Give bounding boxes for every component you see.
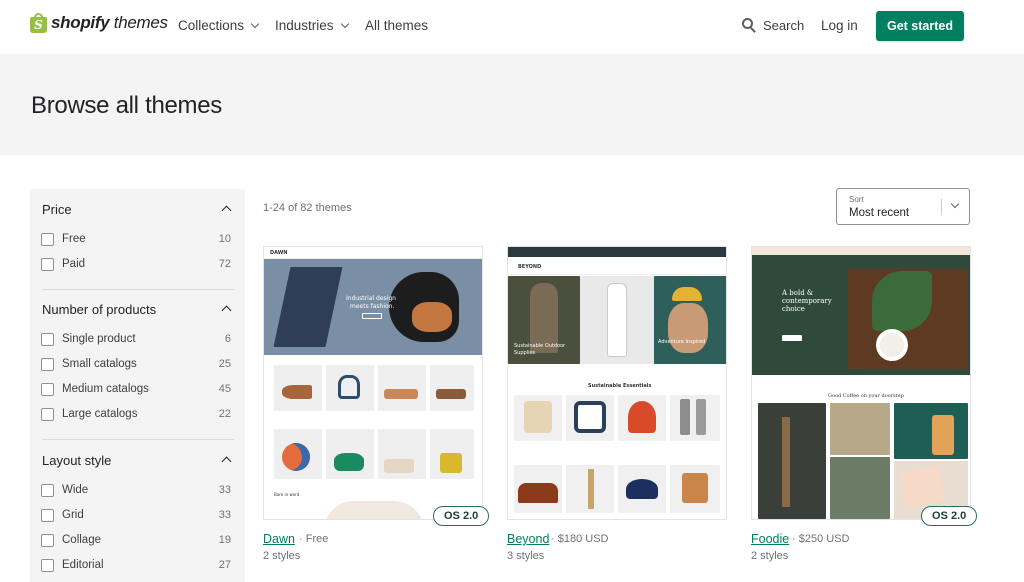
preview-logo: DAWN [270, 250, 288, 256]
filter-option-grid[interactable]: Grid 33 [41, 507, 231, 523]
chevron-down-icon [250, 19, 260, 28]
filter-option-collage[interactable]: Collage 19 [41, 532, 231, 548]
login-link[interactable]: Log in [821, 18, 858, 33]
theme-price-foodie: · $250 USD [792, 533, 850, 545]
checkbox[interactable] [41, 232, 54, 246]
sort-label: Sort [849, 195, 864, 204]
checkbox[interactable] [41, 533, 54, 547]
checkbox[interactable] [41, 558, 54, 572]
results-count: 1-24 of 82 themes [263, 202, 352, 214]
search-icon [742, 18, 757, 33]
preview-headline-2: meets fashion. [350, 303, 395, 310]
theme-card-dawn[interactable]: DAWN Industrial design meets fashion. Ba… [263, 246, 483, 520]
theme-name-beyond[interactable]: Beyond [507, 532, 549, 546]
sort-select[interactable]: Sort Most recent [836, 188, 970, 225]
theme-preview-beyond[interactable]: BEYOND Sustainable Outdoor Supplies Adve… [507, 246, 727, 520]
filter-sidebar: Price Free 10 Paid 72 Number of products… [30, 189, 245, 582]
nav-industries[interactable]: Industries [275, 18, 349, 33]
shopify-themes-logo[interactable]: S shopify themes [30, 13, 168, 33]
chevron-up-icon[interactable] [221, 205, 232, 216]
theme-price-beyond: · $180 USD [551, 533, 609, 545]
divider [42, 289, 234, 290]
theme-card-beyond[interactable]: BEYOND Sustainable Outdoor Supplies Adve… [507, 246, 727, 520]
preview-headline-2: contemporary [782, 297, 832, 305]
theme-card-foodie[interactable]: A bold & contemporary choice Good Coffee… [751, 246, 971, 520]
page-title: Browse all themes [31, 92, 222, 119]
preview-headline-1: Industrial design [346, 295, 396, 302]
divider [42, 439, 234, 440]
nav-all-themes[interactable]: All themes [365, 18, 428, 33]
theme-styles-dawn: 2 styles [263, 550, 301, 562]
theme-preview-foodie[interactable]: A bold & contemporary choice Good Coffee… [751, 246, 971, 520]
nav-collections[interactable]: Collections [178, 18, 260, 33]
chevron-down-icon [950, 199, 960, 209]
theme-preview-dawn[interactable]: DAWN Industrial design meets fashion. Ba… [263, 246, 483, 520]
os2-badge: OS 2.0 [921, 506, 978, 526]
preview-section: Sustainable Essentials [588, 383, 652, 389]
preview-headline-3: choice [782, 305, 805, 313]
filter-layout-title[interactable]: Layout style [42, 453, 111, 468]
filter-option-editorial[interactable]: Editorial 27 [41, 557, 231, 573]
theme-name-foodie[interactable]: Foodie [751, 532, 789, 546]
chevron-down-icon [340, 19, 349, 28]
top-navigation: S shopify themes Collections Industries … [0, 0, 1024, 54]
shopify-bag-icon: S [30, 13, 47, 33]
logo-suffix: themes [113, 13, 168, 32]
chevron-up-icon[interactable] [221, 305, 232, 316]
theme-styles-foodie: 2 styles [751, 550, 789, 562]
filter-option-free[interactable]: Free 10 [41, 231, 231, 247]
filter-option-small-catalogs[interactable]: Small catalogs 25 [41, 356, 231, 372]
preview-section: Bare in word [274, 492, 300, 497]
search-button[interactable]: Search [742, 18, 804, 33]
filter-option-large-catalogs[interactable]: Large catalogs 22 [41, 406, 231, 422]
preview-section: Good Coffee on your doorstep [828, 393, 904, 399]
theme-name-dawn[interactable]: Dawn [263, 532, 295, 546]
checkbox[interactable] [41, 257, 54, 271]
sort-value: Most recent [849, 207, 910, 219]
filter-option-wide[interactable]: Wide 33 [41, 482, 231, 498]
checkbox[interactable] [41, 407, 54, 421]
filter-price-title[interactable]: Price [42, 202, 72, 217]
preview-headline-1: A bold & [782, 289, 814, 297]
theme-styles-beyond: 3 styles [507, 550, 545, 562]
preview-logo: BEYOND [518, 264, 542, 270]
preview-right: Adventure Inspired [658, 339, 706, 345]
chevron-up-icon[interactable] [221, 456, 232, 467]
filter-products-title[interactable]: Number of products [42, 302, 156, 317]
os2-badge: OS 2.0 [433, 506, 490, 526]
filter-option-single-product[interactable]: Single product 6 [41, 331, 231, 347]
hero-banner: Browse all themes [0, 54, 1024, 155]
checkbox[interactable] [41, 382, 54, 396]
checkbox[interactable] [41, 508, 54, 522]
filter-option-medium-catalogs[interactable]: Medium catalogs 45 [41, 381, 231, 397]
checkbox[interactable] [41, 332, 54, 346]
checkbox[interactable] [41, 357, 54, 371]
preview-left-2: Supplies [514, 350, 536, 356]
logo-brand: shopify [51, 13, 110, 32]
checkbox[interactable] [41, 483, 54, 497]
preview-left-1: Sustainable Outdoor [514, 343, 566, 349]
filter-option-paid[interactable]: Paid 72 [41, 256, 231, 272]
get-started-button[interactable]: Get started [876, 11, 964, 41]
theme-price-dawn: · Free [299, 533, 329, 545]
